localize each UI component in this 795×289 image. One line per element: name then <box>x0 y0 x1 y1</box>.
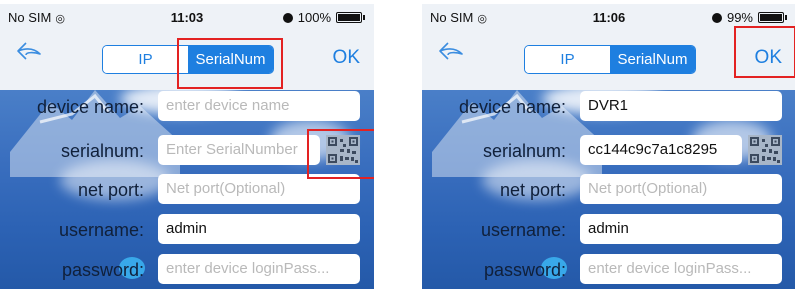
phone-screen-right: No SIM ◎ 11:06 99% IP SerialNum OK device… <box>422 4 795 289</box>
alarm-icon <box>282 12 293 23</box>
qr-code-icon[interactable] <box>748 135 782 165</box>
highlight-box-serialnum-tab <box>177 38 283 89</box>
username-label: username: <box>480 220 566 240</box>
net-port-label: net port: <box>499 180 566 200</box>
status-bar: No SIM ◎ 11:06 99% <box>422 4 795 28</box>
tab-ip[interactable]: IP <box>103 46 188 73</box>
username-row: username: admin <box>0 214 374 244</box>
password-input[interactable]: enter device loginPass... <box>580 254 782 284</box>
battery-icon <box>758 12 787 23</box>
username-label: username: <box>58 220 144 240</box>
device-name-input[interactable]: enter device name <box>158 91 360 121</box>
battery-fill <box>338 14 360 21</box>
back-arrow-icon[interactable] <box>438 42 464 60</box>
battery-fill <box>760 14 782 21</box>
password-row: password: enter device loginPass... <box>422 254 795 284</box>
tab-serialnum[interactable]: SerialNum <box>610 46 695 73</box>
alarm-icon <box>711 12 722 23</box>
back-arrow-icon[interactable] <box>16 42 42 60</box>
serialnum-input[interactable]: Enter SerialNumber <box>158 135 320 165</box>
device-name-label: device name: <box>36 97 144 117</box>
net-port-input[interactable]: Net port(Optional) <box>580 174 782 204</box>
net-port-row: net port: Net port(Optional) <box>422 174 795 204</box>
serialnum-row: serialnum: cc144c9c7a1c8295 <box>422 135 795 165</box>
phone-screen-left: No SIM ◎ 11:03 100% IP SerialNum OK devic… <box>0 4 374 289</box>
ok-button[interactable]: OK <box>333 47 360 69</box>
highlight-box-qr-code <box>307 129 374 179</box>
device-name-input[interactable]: DVR1 <box>580 91 782 121</box>
username-input[interactable]: admin <box>580 214 782 244</box>
device-name-label: device name: <box>458 97 566 117</box>
battery-percent: 100% <box>297 10 331 25</box>
tab-ip[interactable]: IP <box>525 46 610 73</box>
password-label: password: <box>483 260 566 280</box>
serialnum-label: serialnum: <box>60 141 144 161</box>
device-name-row: device name: DVR1 <box>422 91 795 121</box>
battery-area: 99% <box>711 10 787 25</box>
serialnum-input[interactable]: cc144c9c7a1c8295 <box>580 135 742 165</box>
status-bar: No SIM ◎ 11:03 100% <box>0 4 374 28</box>
username-row: username: admin <box>422 214 795 244</box>
battery-percent: 99% <box>726 10 753 25</box>
password-label: password: <box>61 260 144 280</box>
battery-icon <box>336 12 365 23</box>
device-name-row: device name: enter device name <box>0 91 374 121</box>
serialnum-label: serialnum: <box>482 141 566 161</box>
password-row: password: enter device loginPass... <box>0 254 374 284</box>
highlight-box-ok-button <box>734 26 795 78</box>
password-input[interactable]: enter device loginPass... <box>158 254 360 284</box>
mode-segmented-control: IP SerialNum <box>524 45 696 74</box>
battery-area: 100% <box>282 10 365 25</box>
username-input[interactable]: admin <box>158 214 360 244</box>
net-port-label: net port: <box>77 180 144 200</box>
